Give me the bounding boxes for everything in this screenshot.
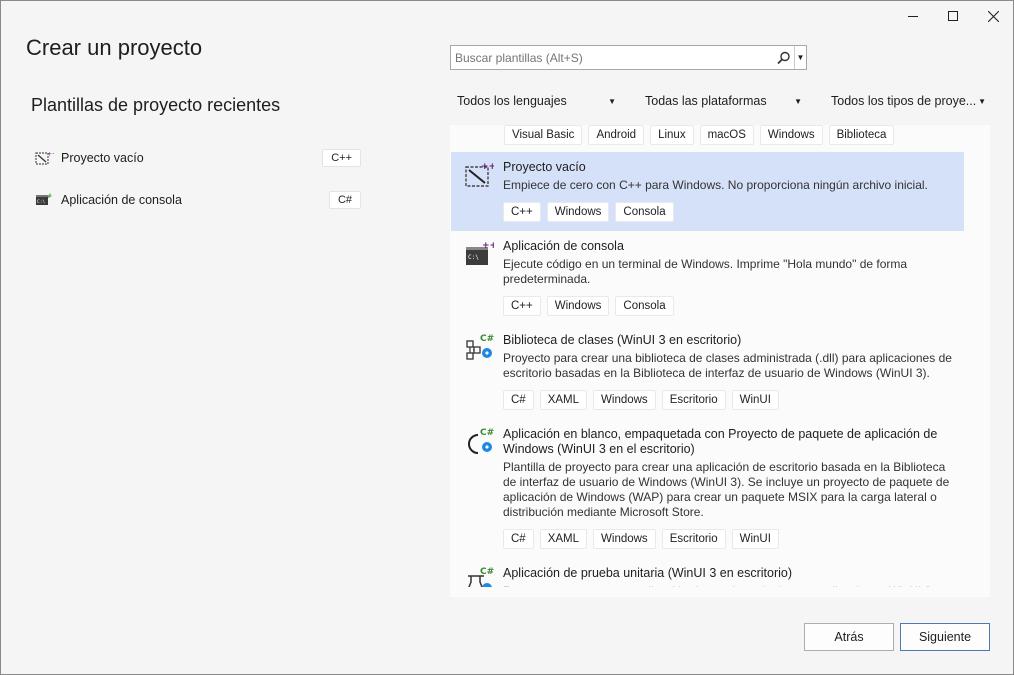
- blank-app-icon: C#: [468, 428, 494, 454]
- search-options-chevron-down-icon[interactable]: ▼: [794, 46, 806, 69]
- close-button[interactable]: [973, 1, 1013, 31]
- tag: Escritorio: [661, 529, 726, 549]
- template-name: Proyecto vacío: [503, 160, 586, 174]
- back-button[interactable]: Atrás: [804, 623, 894, 651]
- tag: C++: [503, 296, 541, 316]
- template-tags: C++ Windows Consola: [503, 296, 956, 316]
- tag: macOS: [699, 125, 754, 145]
- tag-row: Visual Basic Android Linux macOS Windows…: [450, 125, 895, 145]
- language-badge: C#: [328, 191, 361, 209]
- page-title: Crear un proyecto: [26, 35, 203, 60]
- tag: Windows: [593, 529, 656, 549]
- template-item-empty-project[interactable]: ++ Proyecto vacío Empiece de cero con C+…: [451, 152, 964, 231]
- tag: C#: [503, 529, 534, 549]
- svg-text:C:\: C:\: [37, 199, 45, 205]
- language-badge: C++: [322, 149, 361, 167]
- template-name: Aplicación de consola: [503, 239, 624, 253]
- platform-filter-dropdown[interactable]: Todas las plataformas ▼: [638, 89, 806, 113]
- svg-text:C#: C#: [480, 428, 494, 438]
- minimize-button[interactable]: [893, 1, 933, 31]
- list-bottom-edge: [450, 587, 990, 597]
- template-results-list[interactable]: Visual Basic Android Linux macOS Windows…: [450, 125, 990, 597]
- recent-item-empty-project[interactable]: ++ Proyecto vacío C++: [31, 145, 361, 171]
- tag: Consola: [615, 202, 674, 222]
- template-description: Empiece de cero con C++ para Windows. No…: [503, 178, 928, 192]
- minimize-icon: [908, 15, 918, 17]
- create-project-window: Crear un proyecto Plantillas de proyecto…: [0, 0, 1014, 675]
- tag: Escritorio: [661, 390, 726, 410]
- platform-filter-value: Todas las plataformas: [645, 94, 767, 108]
- tag: Visual Basic: [504, 125, 583, 145]
- next-button[interactable]: Siguiente: [900, 623, 990, 651]
- recent-item-console-app[interactable]: C:\ # Aplicación de consola C#: [31, 187, 361, 213]
- recent-item-label: Proyecto vacío: [61, 151, 144, 165]
- maximize-button[interactable]: [933, 1, 973, 31]
- tag: Consola: [615, 296, 674, 316]
- chevron-down-icon: ▼: [978, 96, 986, 106]
- tag: WinUI: [731, 390, 779, 410]
- chevron-down-icon: ▼: [794, 96, 802, 106]
- tag: C#: [503, 390, 534, 410]
- close-icon: [987, 10, 999, 22]
- template-description: Plantilla de proyecto para crear una apl…: [503, 460, 950, 519]
- tag: Windows: [546, 202, 610, 222]
- template-name: Aplicación en blanco, empaquetada con Pr…: [503, 427, 938, 456]
- template-item-console-app[interactable]: C:\ ++ Aplicación de consola Ejecute cód…: [451, 231, 964, 325]
- svg-text:C:\: C:\: [468, 254, 479, 261]
- language-filter-value: Todos los lenguajes: [457, 94, 567, 108]
- maximize-icon: [948, 11, 958, 21]
- template-name: Biblioteca de clases (WinUI 3 en escrito…: [503, 333, 742, 347]
- recent-templates-list: ++ Proyecto vacío C++ C:\ # Aplicación d…: [31, 145, 361, 229]
- recent-item-label: Aplicación de consola: [61, 193, 182, 207]
- template-tags: C# XAML Windows Escritorio WinUI: [503, 529, 956, 549]
- svg-text:++: ++: [481, 162, 494, 172]
- template-description: Ejecute código en un terminal de Windows…: [503, 257, 908, 286]
- search-input[interactable]: [451, 50, 774, 65]
- svg-text:#: #: [47, 193, 52, 200]
- console-app-icon: C:\ #: [36, 193, 52, 205]
- tag: Biblioteca: [828, 125, 895, 145]
- tag: Windows: [546, 296, 610, 316]
- recent-templates-title: Plantillas de proyecto recientes: [31, 95, 281, 115]
- tag: Windows: [593, 390, 656, 410]
- tag: Linux: [650, 125, 694, 145]
- svg-text:C#: C#: [480, 567, 494, 577]
- empty-project-icon: ++: [35, 151, 54, 165]
- tag: C++: [503, 202, 541, 222]
- class-library-icon: C#: [466, 334, 494, 360]
- template-tags: C# XAML Windows Escritorio WinUI: [503, 390, 956, 410]
- empty-project-icon: ++: [465, 162, 494, 187]
- template-item-class-library[interactable]: C# Biblioteca de clases (WinUI 3 en escr…: [451, 325, 964, 419]
- search-box: ▼: [450, 45, 807, 70]
- project-type-filter-value: Todos los tipos de proye...: [831, 94, 977, 108]
- filter-bar: Todos los lenguajes ▼ Todas las platafor…: [450, 89, 990, 113]
- svg-text:C#: C#: [480, 334, 494, 344]
- svg-text:++: ++: [482, 241, 494, 251]
- console-app-icon: C:\ ++: [466, 241, 494, 265]
- chevron-down-icon: ▼: [608, 96, 616, 106]
- window-controls: [893, 1, 1013, 31]
- template-description: Proyecto para crear una biblioteca de cl…: [503, 351, 952, 380]
- template-name: Aplicación de prueba unitaria (WinUI 3 e…: [503, 566, 793, 580]
- tag: Android: [588, 125, 645, 145]
- svg-text:++: ++: [47, 151, 54, 158]
- tag: WinUI: [731, 529, 779, 549]
- tag: Windows: [759, 125, 823, 145]
- tag: XAML: [539, 390, 588, 410]
- language-filter-dropdown[interactable]: Todos los lenguajes ▼: [450, 89, 620, 113]
- project-type-filter-dropdown[interactable]: Todos los tipos de proye... ▼: [824, 89, 990, 113]
- search-icon[interactable]: [774, 46, 794, 69]
- template-tags: C++ Windows Consola: [503, 202, 956, 222]
- template-item-blank-app-packaged[interactable]: C# Aplicación en blanco, empaquetada con…: [451, 419, 964, 558]
- tag: XAML: [539, 529, 588, 549]
